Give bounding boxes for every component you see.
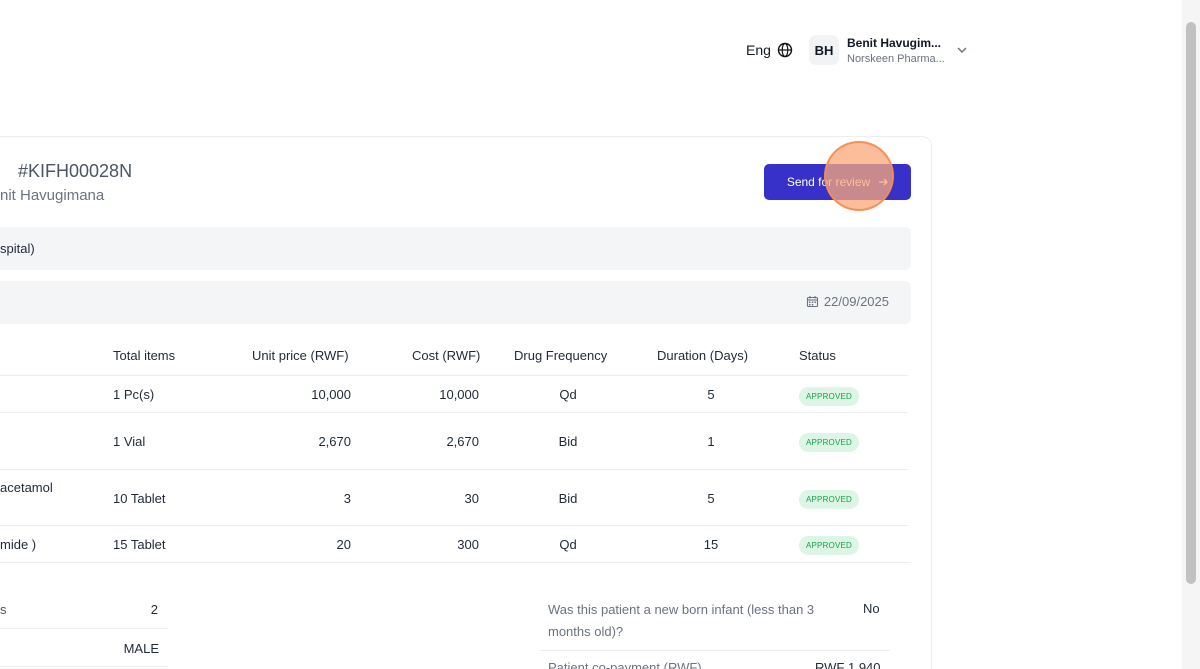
row-drug-name: mide ) bbox=[0, 537, 37, 552]
header-cost: Cost (RWF) bbox=[412, 348, 481, 363]
arrow-right-icon bbox=[879, 178, 889, 186]
row-unit-price: 3 bbox=[343, 491, 351, 506]
header-unit-price: Unit price (RWF) bbox=[252, 348, 349, 363]
header-status: Status bbox=[799, 348, 836, 363]
user-name: Benit Havugim... bbox=[847, 35, 942, 50]
row-unit-price: 20 bbox=[336, 537, 351, 552]
summary-divider bbox=[540, 650, 890, 651]
row-cost: 10,000 bbox=[439, 387, 479, 402]
row-cost: 300 bbox=[457, 537, 479, 552]
send-for-review-label: Send for review bbox=[786, 175, 871, 189]
row-divider bbox=[0, 469, 908, 470]
row-frequency: Bid bbox=[558, 434, 578, 449]
calendar-icon bbox=[806, 296, 818, 308]
row-total-items: 1 Vial bbox=[113, 434, 146, 449]
user-organization: Norskeen Pharma... bbox=[847, 52, 945, 65]
total-items-value: 2 bbox=[150, 602, 158, 617]
language-selector[interactable]: Eng bbox=[746, 42, 793, 58]
language-label: Eng bbox=[746, 42, 771, 58]
row-drug-name: acetamol bbox=[0, 480, 53, 495]
invoice-date: 22/09/2025 bbox=[806, 294, 889, 309]
summary-divider bbox=[0, 628, 168, 629]
newborn-question: Was this patient a new born infant (less… bbox=[548, 602, 815, 639]
globe-icon bbox=[777, 42, 793, 58]
gender-value: MALE bbox=[123, 641, 159, 656]
scrollbar-thumb[interactable] bbox=[1186, 22, 1196, 584]
row-total-items: 15 Tablet bbox=[113, 537, 166, 552]
header-drug-frequency: Drug Frequency bbox=[514, 348, 608, 363]
status-badge: APPROVED bbox=[799, 536, 859, 555]
avatar: BH bbox=[809, 35, 839, 65]
row-total-items: 1 Pc(s) bbox=[113, 387, 155, 402]
row-divider bbox=[0, 525, 908, 526]
invoice-card bbox=[0, 136, 932, 669]
header-duration: Duration (Days) bbox=[657, 348, 749, 363]
row-divider bbox=[0, 562, 911, 563]
total-items-label: s bbox=[0, 602, 7, 617]
row-total-items: 10 Tablet bbox=[113, 491, 166, 506]
row-duration: 15 bbox=[703, 537, 719, 552]
row-unit-price: 10,000 bbox=[311, 387, 351, 402]
scrollbar[interactable] bbox=[1182, 0, 1200, 669]
row-frequency: Qd bbox=[559, 387, 577, 402]
row-divider bbox=[0, 375, 908, 376]
status-badge: APPROVED bbox=[799, 433, 859, 452]
facility-bar: spital) bbox=[0, 227, 911, 270]
summary-divider bbox=[0, 666, 168, 667]
copay-value: RWF 1,940 bbox=[815, 660, 881, 669]
newborn-answer: No bbox=[863, 601, 880, 616]
chevron-down-icon bbox=[957, 47, 967, 54]
row-cost: 2,670 bbox=[446, 434, 479, 449]
row-unit-price: 2,670 bbox=[318, 434, 351, 449]
row-duration: 5 bbox=[707, 387, 715, 402]
row-frequency: Bid bbox=[558, 491, 578, 506]
user-menu[interactable]: BH Benit Havugim... Norskeen Pharma... bbox=[809, 35, 969, 65]
send-for-review-button[interactable]: Send for review bbox=[764, 164, 911, 200]
copay-label: Patient co-payment (RWF) bbox=[548, 660, 702, 669]
invoice-date-text: 22/09/2025 bbox=[823, 294, 889, 309]
row-frequency: Qd bbox=[559, 537, 577, 552]
row-divider bbox=[0, 412, 908, 413]
status-badge: APPROVED bbox=[799, 490, 859, 509]
facility-name: spital) bbox=[0, 241, 35, 256]
date-bar: 22/09/2025 bbox=[0, 281, 911, 324]
row-duration: 1 bbox=[707, 434, 715, 449]
row-cost: 30 bbox=[464, 491, 479, 506]
row-duration: 5 bbox=[707, 491, 715, 506]
header-total-items: Total items bbox=[113, 348, 176, 363]
status-badge: APPROVED bbox=[799, 387, 859, 406]
patient-name: nit Havugimana bbox=[0, 187, 105, 204]
invoice-code: #KIFH00028N bbox=[18, 161, 133, 181]
